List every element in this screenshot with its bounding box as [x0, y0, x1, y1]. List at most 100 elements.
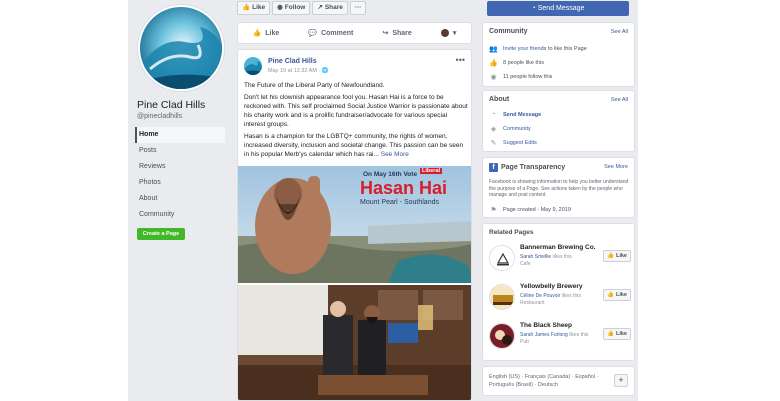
poster-vote-text: On May 16th Vote	[363, 171, 418, 178]
related-page-meta: Sarah James Furlong likes this Pub	[520, 332, 600, 345]
thumbs-up-icon: 👍	[252, 30, 262, 37]
invite-rest: to like this Page	[546, 45, 587, 52]
profile-picture[interactable]	[138, 5, 224, 91]
about-send-message-link[interactable]: Send Message	[503, 112, 541, 118]
rss-icon: ◉	[277, 4, 283, 11]
more-options-button[interactable]: ···	[349, 1, 367, 15]
share-action-label: Share	[392, 29, 412, 37]
messenger-icon: ◔	[531, 5, 536, 12]
related-like-label: Like	[615, 331, 627, 337]
friend-name-link[interactable]: Sarah James Furlong	[520, 332, 568, 338]
post-line1: The Future of the Liberal Party of Newfo…	[244, 82, 385, 89]
page-toolbar: 👍 Like ◉ Follow ↗ Share ···	[237, 1, 367, 15]
thumbs-up-icon: 👍	[607, 253, 614, 259]
likes-row: 👍 8 people like this	[489, 58, 544, 67]
related-like-button[interactable]: 👍 Like	[603, 328, 631, 340]
nav-home[interactable]: Home	[135, 127, 225, 143]
post-author-name[interactable]: Pine Clad Hills	[268, 58, 317, 65]
see-more-link[interactable]: See More	[381, 151, 409, 158]
create-page-button[interactable]: Create a Page	[137, 228, 185, 240]
transparency-card: f Page Transparency See More Facebook is…	[482, 157, 635, 218]
related-page-item: The Black Sheep Sarah James Furlong like…	[489, 320, 633, 354]
page-nav: Home Posts Reviews Photos About Communit…	[135, 127, 225, 223]
yellowbelly-logo[interactable]	[489, 284, 515, 310]
invite-friends-link[interactable]: Invite your friends	[503, 46, 546, 52]
related-like-label: Like	[615, 253, 627, 259]
nav-community[interactable]: Community	[135, 207, 225, 223]
invite-row: 👥 Invite your friends to like this Page	[489, 44, 587, 53]
globe-icon: 🌐	[321, 68, 329, 74]
related-page-meta: Sarah Smellie likes this Cafe	[520, 254, 600, 267]
post-author-avatar[interactable]	[244, 57, 262, 75]
add-language-button[interactable]: +	[614, 374, 628, 387]
feed-post: Pine Clad Hills May 10 at 12:32 AM · 🌐 •…	[237, 49, 472, 401]
about-community-link[interactable]: Community	[503, 126, 531, 132]
post-body: The Future of the Liberal Party of Newfo…	[244, 81, 468, 162]
bannerman-logo[interactable]	[489, 245, 515, 271]
black-sheep-logo[interactable]	[489, 323, 515, 349]
comment-action[interactable]: 💬 Comment	[308, 29, 354, 38]
follow-icon: ◉	[490, 73, 497, 81]
share-arrow-icon: ↪	[382, 30, 389, 37]
transparency-title: Page Transparency	[501, 164, 566, 171]
related-page-name[interactable]: The Black Sheep	[520, 322, 572, 329]
send-message-button[interactable]: ◔ Send Message	[487, 1, 629, 16]
like-page-label: Like	[252, 4, 266, 11]
post-image-office[interactable]	[238, 285, 471, 400]
transparency-description: Facebook is showing information to help …	[489, 179, 629, 198]
post-paragraph-2-text: Hasan is a champion for the LGBTQ+ commu…	[244, 133, 464, 158]
invite-friends-icon: 👥	[489, 45, 498, 53]
follow-label: Follow	[284, 4, 306, 11]
page-handle: @pinecladhills	[137, 113, 183, 120]
page-created-text: Page created - May 9, 2019	[503, 206, 571, 213]
invite-text: Invite your friends to like this Page	[503, 46, 587, 52]
nav-reviews[interactable]: Reviews	[135, 159, 225, 175]
about-see-all[interactable]: See All	[611, 97, 628, 103]
related-page-item: Yellowbelly Brewery Céline De Pouvoir li…	[489, 281, 633, 315]
suggest-edits-row: ✎ Suggest Edits	[489, 138, 537, 147]
thumbs-up-icon: 👍	[242, 4, 251, 11]
thumbs-up-icon: 👍	[607, 331, 614, 337]
about-send-message-row: ◔ Send Message	[489, 110, 541, 119]
follow-button[interactable]: ◉ Follow	[272, 1, 311, 15]
post-paragraph-2: Hasan is a champion for the LGBTQ+ commu…	[244, 132, 468, 159]
post-paragraph-1: Don't let his clownish appearance fool y…	[244, 94, 468, 128]
community-see-all[interactable]: See All	[611, 29, 628, 35]
chevron-down-icon: ▾	[452, 30, 457, 37]
pencil-icon: ✎	[490, 139, 497, 147]
about-card: About See All ◔ Send Message ◈ Community…	[482, 90, 635, 152]
audience-selector[interactable]: ▾	[440, 29, 457, 37]
language-links[interactable]: English (US) · Français (Canada) · Españ…	[489, 373, 607, 389]
comment-action-label: Comment	[321, 29, 354, 37]
related-like-button[interactable]: 👍 Like	[603, 250, 631, 262]
related-pages-card: Related Pages Bannerman Brewing Co. Sara…	[482, 223, 635, 361]
friend-likes-text: likes this	[567, 332, 589, 338]
related-page-name[interactable]: Yellowbelly Brewery	[520, 283, 583, 290]
poster-candidate-name: Hasan Hai	[360, 178, 448, 198]
like-page-button[interactable]: 👍 Like	[237, 1, 271, 15]
related-page-name[interactable]: Bannerman Brewing Co.	[520, 244, 595, 251]
transparency-header: f Page Transparency	[489, 163, 565, 172]
nav-about[interactable]: About	[135, 191, 225, 207]
post-timestamp[interactable]: May 10 at 12:32 AM · 🌐	[268, 68, 329, 74]
like-action-label: Like	[265, 29, 280, 37]
share-action[interactable]: ↪ Share	[382, 29, 412, 38]
friend-likes-text: likes this	[560, 293, 581, 299]
friend-name-link[interactable]: Céline De Pouvoir	[520, 293, 560, 299]
poster-party-badge: Liberal	[420, 168, 443, 174]
transparency-see-more[interactable]: See More	[604, 164, 628, 170]
share-page-button[interactable]: ↗ Share	[312, 1, 348, 15]
like-action[interactable]: 👍 Like	[252, 29, 280, 38]
nav-photos[interactable]: Photos	[135, 175, 225, 191]
community-title: Community	[489, 28, 528, 35]
comment-bubble-icon: 💬	[308, 30, 318, 37]
suggest-edits-link[interactable]: Suggest Edits	[503, 140, 537, 146]
share-page-label: Share	[324, 4, 343, 11]
post-options-icon[interactable]: •••	[456, 55, 465, 65]
thumbs-up-icon: 👍	[607, 292, 614, 298]
community-card: Community See All 👥 Invite your friends …	[482, 22, 635, 87]
friend-name-link[interactable]: Sarah Smellie	[520, 254, 551, 260]
related-page-item: Bannerman Brewing Co. Sarah Smellie like…	[489, 242, 633, 276]
nav-posts[interactable]: Posts	[135, 143, 225, 159]
related-like-button[interactable]: 👍 Like	[603, 289, 631, 301]
